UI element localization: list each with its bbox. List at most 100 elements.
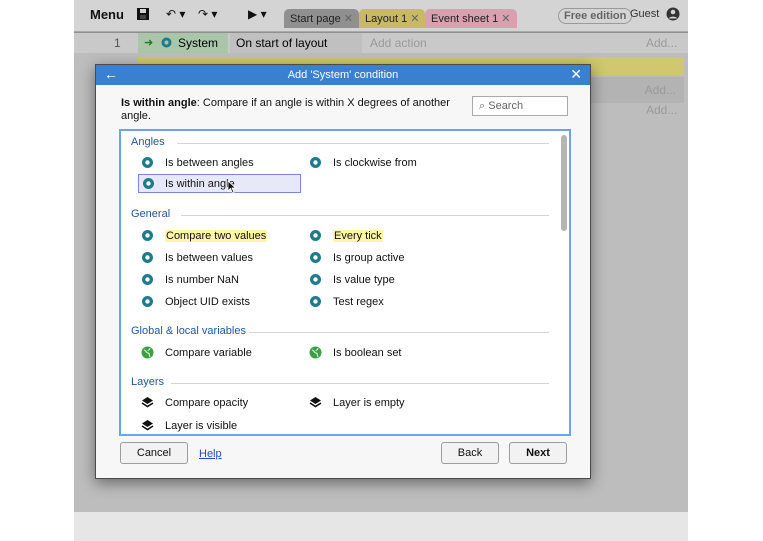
item-label: Object UID exists [165, 296, 250, 308]
play-icon[interactable]: ▶ ▾ [248, 7, 267, 21]
edition-badge: Free edition [558, 8, 633, 24]
gear-icon [142, 252, 153, 263]
globe-icon [309, 346, 322, 359]
item-label: Is within angle [165, 178, 235, 190]
event-row[interactable]: 1 ➜ System On start of layout Add action… [74, 33, 688, 53]
list-item[interactable]: Layer is empty [309, 394, 469, 412]
status-strip [74, 512, 688, 541]
list-item[interactable]: Test regex [309, 293, 469, 311]
item-label: Compare opacity [165, 397, 249, 409]
gear-icon [310, 157, 321, 168]
item-label: Is between angles [165, 157, 254, 169]
globe-icon [141, 346, 154, 359]
row-number: 1 [114, 36, 121, 50]
close-icon[interactable]: ✕ [570, 66, 582, 83]
tab-layout-1[interactable]: Layout 1 ✕ [359, 9, 426, 28]
undo-icon[interactable]: ↶ ▾ [166, 7, 185, 21]
item-label: Layer is empty [333, 397, 405, 409]
close-icon[interactable]: ✕ [410, 13, 419, 25]
gear-icon [310, 296, 321, 307]
gear-icon [310, 274, 321, 285]
user-icon[interactable] [666, 7, 680, 24]
search-input[interactable]: ⌕ Search [472, 96, 568, 116]
gear-icon [142, 157, 153, 168]
gear-icon [143, 178, 154, 189]
add-link[interactable]: Add... [646, 103, 677, 117]
menu-button[interactable]: Menu [90, 7, 124, 22]
layers-icon [309, 397, 322, 408]
next-button[interactable]: Next [509, 442, 567, 464]
mouse-cursor-icon [227, 180, 237, 194]
close-icon[interactable]: ✕ [501, 13, 510, 25]
cancel-button[interactable]: Cancel [120, 442, 188, 464]
divider [171, 383, 549, 384]
list-item[interactable]: Compare two values [141, 227, 301, 245]
item-label: Is number NaN [165, 274, 239, 286]
add-action-link[interactable]: Add action [370, 36, 427, 50]
toolbar: Menu ↶ ▾ ↷ ▾ ▶ ▾ Start page ✕ Layout 1 ✕ E… [74, 0, 688, 32]
list-item[interactable]: Is number NaN [141, 271, 301, 289]
category-angles: Angles [131, 136, 165, 148]
user-label[interactable]: Guest [630, 8, 659, 20]
list-item[interactable]: Layer is visible [141, 417, 301, 434]
gear-icon [310, 230, 321, 241]
dialog-title: Add 'System' condition [287, 69, 399, 81]
list-item[interactable]: Is between values [141, 249, 301, 267]
item-label: Is group active [333, 252, 405, 264]
list-item[interactable]: Compare opacity [141, 394, 301, 412]
item-label: Is clockwise from [333, 157, 417, 169]
condition-list[interactable]: Angles Is between angles Is clockwise fr… [119, 129, 571, 436]
list-item[interactable]: Compare variable [141, 344, 301, 362]
add-link[interactable]: Add... [645, 83, 676, 97]
condition-description: Is within angle: Compare if an angle is … [121, 97, 456, 123]
tab-label: Start page [290, 13, 341, 25]
search-placeholder: Search [488, 100, 524, 112]
close-icon[interactable]: ✕ [344, 13, 353, 25]
list-item[interactable]: Is between angles [141, 154, 301, 172]
tab-label: Event sheet 1 [431, 13, 499, 25]
item-label: Test regex [333, 296, 384, 308]
arrow-icon: ➜ [144, 37, 154, 49]
item-label: Every tick [333, 230, 383, 242]
search-icon: ⌕ [479, 100, 486, 112]
category-general: General [131, 208, 171, 220]
divider [181, 215, 549, 216]
add-condition-dialog: ← Add 'System' condition ✕ Is within ang… [95, 64, 591, 479]
tab-label: Layout 1 [365, 13, 408, 25]
list-item[interactable]: Every tick [309, 227, 469, 245]
list-item[interactable]: Object UID exists [141, 293, 301, 311]
list-item[interactable]: Is group active [309, 249, 469, 267]
redo-icon[interactable]: ↷ ▾ [198, 7, 217, 21]
layers-icon [141, 420, 154, 431]
list-item[interactable]: Is value type [309, 271, 469, 289]
save-icon[interactable] [136, 6, 150, 25]
list-item-selected[interactable]: Is within angle [138, 174, 301, 193]
gear-icon [142, 230, 153, 241]
tab-start-page[interactable]: Start page ✕ [284, 9, 359, 28]
add-link[interactable]: Add... [646, 36, 677, 50]
event-condition[interactable]: On start of layout [230, 33, 362, 53]
gear-icon [310, 252, 321, 263]
scrollbar[interactable] [561, 135, 567, 231]
divider [177, 143, 549, 144]
description-name: Is within angle [121, 97, 197, 109]
gear-icon [142, 296, 153, 307]
category-variables: Global & local variables [131, 325, 246, 337]
gear-icon [161, 37, 172, 48]
item-label: Is boolean set [333, 347, 402, 359]
event-object-label: System [178, 36, 219, 50]
list-item[interactable]: Is clockwise from [309, 154, 469, 172]
item-label: Compare variable [165, 347, 252, 359]
item-label: Is value type [333, 274, 395, 286]
dialog-header: ← Add 'System' condition ✕ [96, 65, 590, 85]
event-object-cell[interactable]: ➜ System [138, 33, 228, 53]
item-label: Is between values [165, 252, 254, 264]
list-item[interactable]: Is boolean set [309, 344, 469, 362]
layers-icon [141, 397, 154, 408]
help-link[interactable]: Help [199, 448, 222, 460]
item-label: Compare two values [165, 230, 268, 242]
item-label: Layer is visible [165, 420, 238, 432]
tab-event-sheet-1[interactable]: Event sheet 1 ✕ [425, 9, 517, 28]
back-button[interactable]: Back [441, 442, 499, 464]
gear-icon [142, 274, 153, 285]
